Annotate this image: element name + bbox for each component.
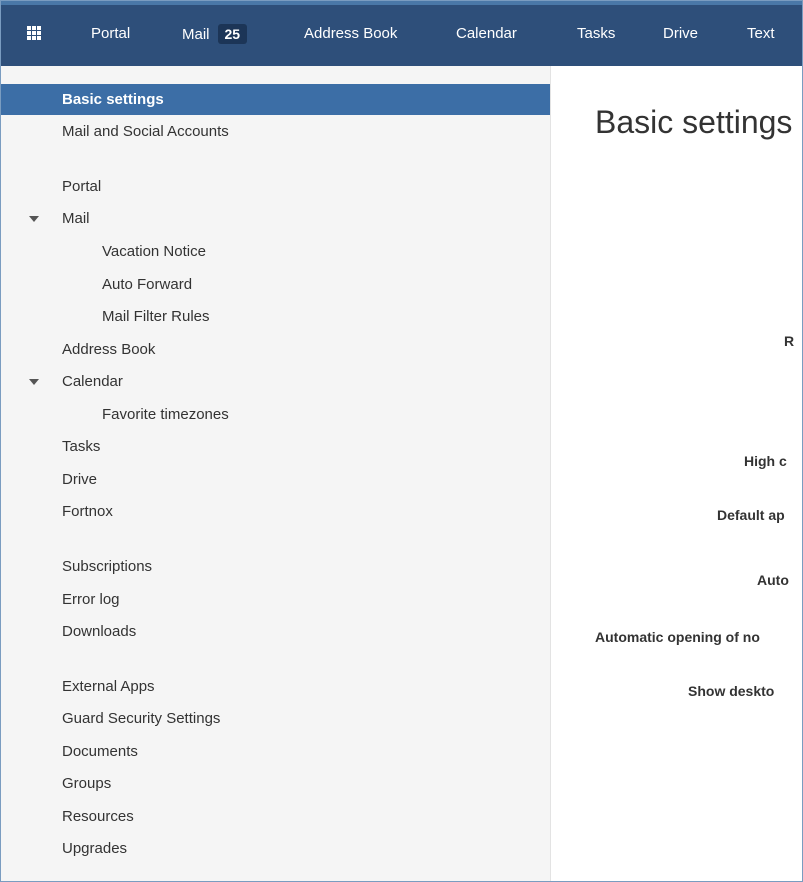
nav-portal[interactable]: Portal — [91, 25, 130, 43]
nav-address-book[interactable]: Address Book — [304, 25, 397, 43]
page-title: Basic settings — [595, 104, 793, 140]
sidebar-item-label: Portal — [62, 178, 102, 195]
setting-label-high-contrast: High c — [744, 453, 787, 469]
caret-down-icon[interactable] — [29, 379, 39, 385]
sidebar-item-guard-security-settings[interactable]: Guard Security Settings — [1, 703, 550, 734]
nav-tasks[interactable]: Tasks — [577, 25, 615, 43]
setting-label-show-desktop: Show deskto — [688, 683, 775, 699]
sidebar-item-tasks[interactable]: Tasks — [1, 431, 550, 462]
sidebar-item-favorite-timezones[interactable]: Favorite timezones — [1, 399, 550, 430]
caret-down-icon[interactable] — [29, 216, 39, 222]
sidebar-item-groups[interactable]: Groups — [1, 768, 550, 799]
settings-content: Basic settings R High c Default ap Auto … — [551, 66, 802, 881]
sidebar-item-basic-settings[interactable]: Basic settings — [1, 84, 550, 115]
nav-tasks-label: Tasks — [577, 25, 616, 42]
app-window: Portal Mail 25 Address Book Calendar Task… — [0, 0, 803, 882]
setting-label-r: R — [784, 333, 795, 349]
nav-address-book-label: Address Book — [304, 25, 398, 42]
sidebar-item-label: Calendar — [62, 373, 123, 390]
sidebar-item-label: Auto Forward — [102, 276, 193, 293]
unread-count-badge: 25 — [217, 24, 248, 44]
sidebar-item-downloads[interactable]: Downloads — [1, 616, 550, 647]
sidebar-item-subscriptions[interactable]: Subscriptions — [1, 551, 550, 582]
sidebar-item-external-apps[interactable]: External Apps — [1, 671, 550, 702]
top-navigation-bar: Portal Mail 25 Address Book Calendar Task… — [1, 1, 802, 66]
sidebar-item-label: Error log — [62, 591, 120, 608]
sidebar-item-label: Favorite timezones — [102, 406, 229, 423]
nav-calendar-label: Calendar — [456, 25, 517, 42]
sidebar-item-label: Downloads — [62, 623, 137, 640]
setting-label-default-app: Default ap — [717, 507, 785, 523]
nav-mail[interactable]: Mail 25 — [182, 24, 248, 44]
sidebar-item-fortnox[interactable]: Fortnox — [1, 496, 550, 527]
sidebar-item-mail-filter-rules[interactable]: Mail Filter Rules — [1, 301, 550, 332]
sidebar-item-portal[interactable]: Portal — [1, 171, 550, 202]
nav-mail-label: Mail — [182, 26, 210, 43]
nav-calendar[interactable]: Calendar — [456, 25, 517, 43]
sidebar-item-label: Subscriptions — [62, 558, 153, 575]
sidebar-item-label: Tasks — [62, 438, 101, 455]
sidebar-item-label: Mail — [62, 210, 90, 227]
sidebar-item-label: Mail Filter Rules — [102, 308, 210, 325]
sidebar-item-label: Resources — [62, 808, 134, 825]
sidebar-item-upgrades[interactable]: Upgrades — [1, 833, 550, 864]
sidebar-item-label: Drive — [62, 471, 98, 488]
sidebar-item-address-book[interactable]: Address Book — [1, 334, 550, 365]
nav-portal-label: Portal — [91, 25, 131, 42]
sidebar-item-label: Address Book — [62, 341, 156, 358]
sidebar-item-label: Documents — [62, 743, 138, 760]
sidebar-item-vacation-notice[interactable]: Vacation Notice — [1, 236, 550, 267]
nav-text[interactable]: Text — [747, 25, 775, 43]
sidebar-item-label: Upgrades — [62, 840, 128, 857]
grid-icon[interactable] — [27, 26, 41, 40]
sidebar-item-error-log[interactable]: Error log — [1, 584, 550, 615]
sidebar-item-label: Guard Security Settings — [62, 710, 221, 727]
sidebar-item-label: Mail and Social Accounts — [62, 123, 229, 140]
sidebar-item-mail-and-social-accounts[interactable]: Mail and Social Accounts — [1, 116, 550, 147]
sidebar-item-documents[interactable]: Documents — [1, 736, 550, 767]
sidebar-item-label: Fortnox — [62, 503, 113, 520]
nav-drive-label: Drive — [663, 25, 699, 42]
sidebar-item-drive[interactable]: Drive — [1, 464, 550, 495]
sidebar-item-mail[interactable]: Mail — [1, 203, 550, 234]
nav-text-label: Text — [747, 25, 775, 42]
settings-sidebar: Basic settings Mail and Social Accounts … — [1, 66, 551, 881]
sidebar-item-label: Basic settings — [62, 91, 164, 108]
sidebar-item-label: Groups — [62, 775, 112, 792]
sidebar-item-resources[interactable]: Resources — [1, 801, 550, 832]
sidebar-item-calendar[interactable]: Calendar — [1, 366, 550, 397]
sidebar-item-label: External Apps — [62, 678, 155, 695]
setting-label-auto: Auto — [757, 572, 789, 588]
setting-label-automatic-opening: Automatic opening of no — [595, 629, 760, 645]
sidebar-item-label: Vacation Notice — [102, 243, 206, 260]
nav-drive[interactable]: Drive — [663, 25, 698, 43]
sidebar-item-auto-forward[interactable]: Auto Forward — [1, 269, 550, 300]
